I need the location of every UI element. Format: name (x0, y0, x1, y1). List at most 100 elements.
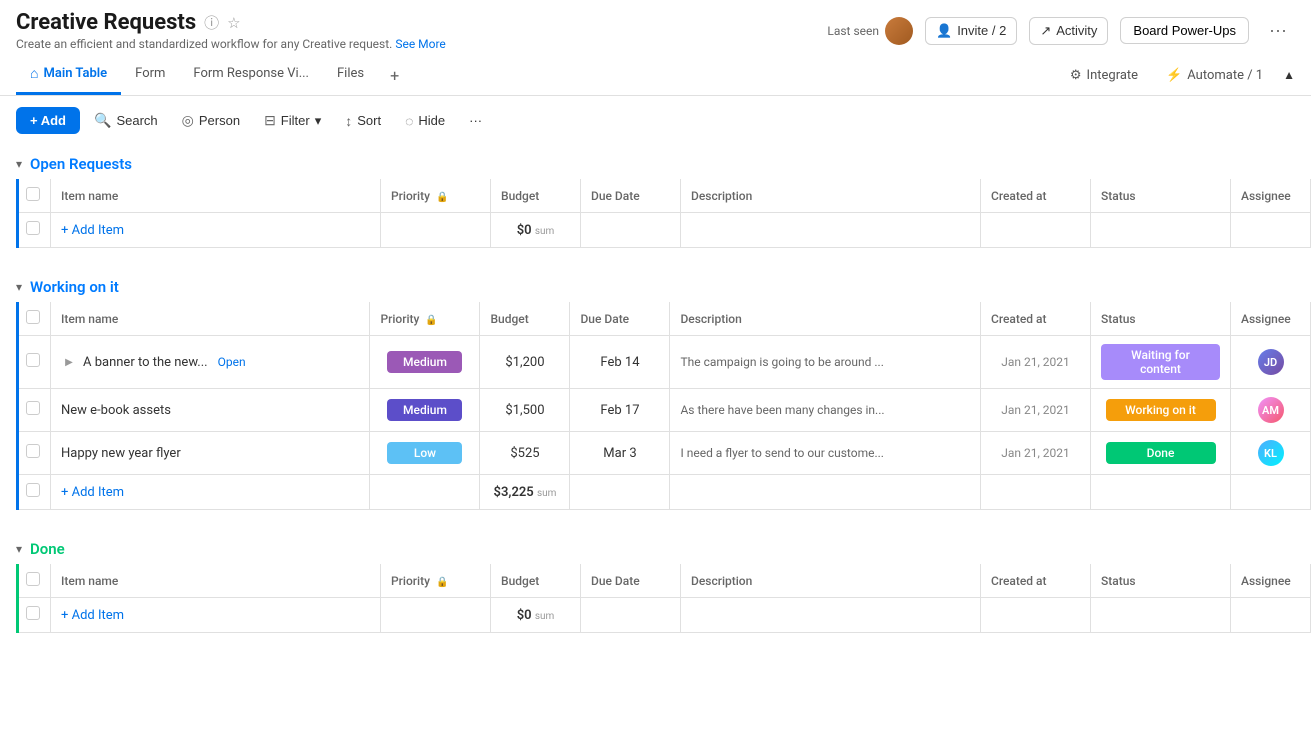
tab-form[interactable]: Form (121, 56, 179, 94)
open-add-assignee (1231, 213, 1311, 248)
row2-status-cell[interactable]: Working on it (1091, 389, 1231, 432)
row3-assignee-cell: KL (1231, 432, 1311, 475)
working-add-status (1091, 475, 1231, 510)
working-budget-header: Budget (480, 302, 570, 336)
open-assignee-header: Assignee (1231, 179, 1311, 213)
done-add-item-row[interactable]: + Add Item $0 sum (16, 598, 1311, 633)
row2-priority-badge: Medium (387, 399, 462, 421)
row3-priority-cell[interactable]: Low (370, 432, 480, 475)
done-add-assignee (1231, 598, 1311, 633)
home-icon: ⌂ (30, 65, 38, 82)
invite-button[interactable]: 👤 Invite / 2 (925, 17, 1017, 45)
done-select-all[interactable] (26, 572, 40, 586)
section-open-title[interactable]: Open Requests (30, 155, 132, 173)
open-add-checkbox-cell (16, 213, 51, 248)
row2-add-icon[interactable]: + (177, 400, 197, 420)
open-add-item-cell[interactable]: + Add Item (51, 213, 381, 248)
hide-icon: ◌ (405, 113, 413, 129)
section-working-title[interactable]: Working on it (30, 278, 119, 296)
working-add-checkbox[interactable] (26, 483, 40, 497)
more-toolbar-button[interactable]: ··· (459, 107, 492, 134)
priority-lock-icon: 🔒 (436, 192, 448, 203)
row3-budget-cell: $525 (480, 432, 570, 475)
working-add-item-cell[interactable]: + Add Item (51, 475, 370, 510)
person-icon: 👤 (936, 23, 952, 39)
row1-priority-cell[interactable]: Medium (370, 336, 480, 389)
person-button[interactable]: ◎ Person (172, 106, 250, 135)
open-item-name-header: Item name (51, 179, 381, 213)
row2-name-cell: New e-book assets + (51, 389, 370, 432)
row3-status-cell[interactable]: Done (1091, 432, 1231, 475)
open-add-checkbox[interactable] (26, 221, 40, 235)
done-table: Item name Priority 🔒 Budget Due Date Des… (16, 564, 1311, 633)
done-add-status (1091, 598, 1231, 633)
row3-name-cell: Happy new year flyer + (51, 432, 370, 475)
filter-button[interactable]: ⊟ Filter ▾ (254, 106, 331, 135)
tab-main-table[interactable]: ⌂ Main Table (16, 55, 121, 95)
star-icon[interactable]: ☆ (227, 14, 240, 32)
search-button[interactable]: 🔍 Search (84, 106, 168, 135)
tab-add-button[interactable]: + (378, 56, 411, 95)
section-open-chevron[interactable]: ▾ (16, 157, 22, 171)
activity-button[interactable]: ↗ Activity (1029, 17, 1108, 45)
collapse-tabs-icon[interactable]: ▲ (1283, 68, 1295, 82)
integrate-icon: ⚙ (1070, 68, 1082, 83)
open-select-all[interactable] (26, 187, 40, 201)
sort-button[interactable]: ↕ Sort (335, 107, 391, 135)
open-created-header: Created at (981, 179, 1091, 213)
row1-priority-badge: Medium (387, 351, 462, 373)
info-icon[interactable]: ⓘ (204, 12, 219, 33)
tab-files[interactable]: Files (323, 56, 378, 94)
done-add-created (981, 598, 1091, 633)
section-working-chevron[interactable]: ▾ (16, 280, 22, 294)
row3-add-icon[interactable]: + (187, 443, 207, 463)
last-seen-avatar (885, 17, 913, 45)
open-add-created (981, 213, 1091, 248)
done-add-item-cell[interactable]: + Add Item (51, 598, 381, 633)
see-more-link[interactable]: See More (395, 37, 445, 51)
section-open-requests: ▾ Open Requests Item name Priority 🔒 Bud… (0, 145, 1311, 248)
filter-chevron-icon: ▾ (315, 113, 322, 129)
app-header: Creative Requests ⓘ ☆ Create an efficien… (0, 0, 1311, 51)
done-priority-header: Priority 🔒 (381, 564, 491, 598)
done-add-checkbox[interactable] (26, 606, 40, 620)
row3-checkbox[interactable] (26, 444, 40, 458)
row1-status-cell[interactable]: Waiting for content (1091, 336, 1231, 389)
section-done-chevron[interactable]: ▾ (16, 542, 22, 556)
row1-expand-btn[interactable]: ▶ (61, 354, 77, 370)
done-sum-cell: $0 sum (491, 598, 581, 633)
working-add-item-row[interactable]: + Add Item $3,225 sum (16, 475, 1311, 510)
integrate-button[interactable]: ⚙ Integrate (1062, 64, 1146, 87)
done-assignee-header: Assignee (1231, 564, 1311, 598)
section-working-header: ▾ Working on it (0, 268, 1311, 302)
row3-name-content: Happy new year flyer + (61, 443, 359, 463)
board-power-ups-button[interactable]: Board Power-Ups (1120, 17, 1249, 44)
row2-priority-cell[interactable]: Medium (370, 389, 480, 432)
working-priority-header: Priority 🔒 (370, 302, 480, 336)
row2-checkbox[interactable] (26, 401, 40, 415)
row3-assignee: KL (1241, 440, 1300, 466)
done-table-container: Item name Priority 🔒 Budget Due Date Des… (16, 564, 1311, 633)
row1-assignee-cell: JD (1231, 336, 1311, 389)
add-button[interactable]: + Add (16, 107, 80, 134)
done-item-name-header: Item name (51, 564, 381, 598)
app-title: Creative Requests (16, 10, 196, 35)
open-add-item-row[interactable]: + Add Item $0 sum (16, 213, 1311, 248)
automate-icon: ⚡ (1166, 68, 1182, 83)
more-options-button[interactable]: ··· (1261, 15, 1295, 46)
section-done-title[interactable]: Done (30, 540, 65, 558)
row1-checkbox[interactable] (26, 353, 40, 367)
tab-form-response[interactable]: Form Response Vi... (179, 56, 323, 94)
open-priority-header: Priority 🔒 (381, 179, 491, 213)
open-add-status (1091, 213, 1231, 248)
row3-priority-badge: Low (387, 442, 462, 464)
automate-button[interactable]: ⚡ Automate / 1 (1158, 64, 1271, 87)
open-requests-table: Item name Priority 🔒 Budget Due Date Des… (16, 179, 1311, 248)
open-status-header: Status (1091, 179, 1231, 213)
header-right: Last seen 👤 Invite / 2 ↗ Activity Board … (827, 15, 1295, 46)
working-select-all[interactable] (26, 310, 40, 324)
hide-button[interactable]: ◌ Hide (395, 107, 455, 135)
open-add-desc (681, 213, 981, 248)
done-add-desc (681, 598, 981, 633)
row1-add-icon[interactable]: + (252, 352, 272, 372)
